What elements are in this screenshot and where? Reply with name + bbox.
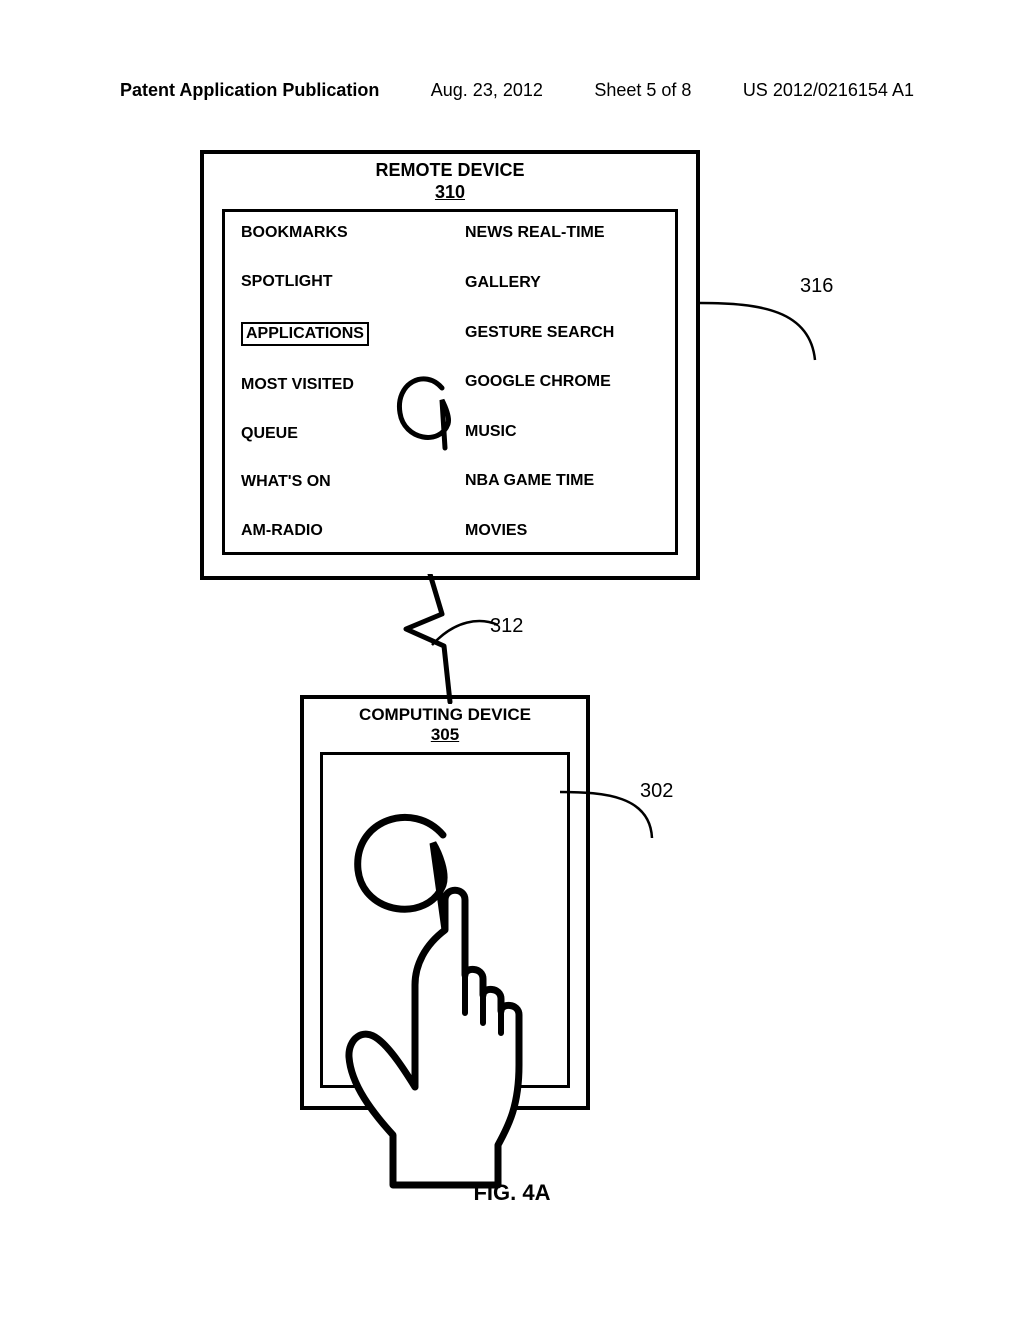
menu-item-most-visited[interactable]: MOST VISITED (241, 376, 435, 394)
leader-line-316 (700, 300, 830, 400)
menu-item-google-chrome[interactable]: GOOGLE CHROME (465, 373, 659, 391)
menu-item-gesture-search[interactable]: GESTURE SEARCH (465, 324, 659, 342)
leader-line-302 (560, 790, 660, 850)
menu-item-bookmarks[interactable]: BOOKMARKS (241, 224, 435, 242)
publication-date: Aug. 23, 2012 (431, 80, 543, 101)
reference-label-316: 316 (800, 275, 833, 298)
hand-gesture-icon (333, 795, 593, 1185)
remote-device-frame: REMOTE DEVICE 310 BOOKMARKS SPOTLIGHT AP… (200, 150, 700, 580)
computing-device-title-text: COMPUTING DEVICE (359, 705, 531, 724)
menu-item-nba[interactable]: NBA GAME TIME (465, 472, 659, 490)
remote-device-screen: BOOKMARKS SPOTLIGHT APPLICATIONS MOST VI… (222, 209, 678, 555)
computing-device-title: COMPUTING DEVICE 305 (304, 699, 586, 746)
menu-item-queue[interactable]: QUEUE (241, 425, 435, 443)
sheet-indicator: Sheet 5 of 8 (594, 80, 691, 101)
menu-item-spotlight[interactable]: SPOTLIGHT (241, 273, 435, 291)
menu-column-right: NEWS REAL-TIME GALLERY GESTURE SEARCH GO… (465, 224, 659, 540)
menu-item-news[interactable]: NEWS REAL-TIME (465, 224, 659, 242)
publication-type: Patent Application Publication (120, 80, 379, 101)
remote-device-ref: 310 (204, 182, 696, 204)
publication-number: US 2012/0216154 A1 (743, 80, 914, 101)
patent-figure-page: Patent Application Publication Aug. 23, … (0, 0, 1024, 1320)
menu-item-am-radio[interactable]: AM-RADIO (241, 522, 435, 540)
page-header: Patent Application Publication Aug. 23, … (120, 80, 914, 101)
menu-item-applications[interactable]: APPLICATIONS (241, 322, 369, 346)
menu-item-whats-on[interactable]: WHAT'S ON (241, 473, 435, 491)
menu-item-movies[interactable]: MOVIES (465, 522, 659, 540)
menu-item-music[interactable]: MUSIC (465, 423, 659, 441)
leader-line-312 (430, 615, 500, 655)
computing-device-touchscreen[interactable] (320, 752, 570, 1088)
computing-device-frame: COMPUTING DEVICE 305 (300, 695, 590, 1110)
figure-caption: FIG. 4A (0, 1180, 1024, 1206)
computing-device-ref: 305 (304, 725, 586, 745)
menu-column-left: BOOKMARKS SPOTLIGHT APPLICATIONS MOST VI… (241, 224, 435, 540)
menu-item-gallery[interactable]: GALLERY (465, 274, 659, 292)
remote-device-title: REMOTE DEVICE 310 (204, 160, 696, 203)
remote-device-title-text: REMOTE DEVICE (375, 160, 524, 180)
